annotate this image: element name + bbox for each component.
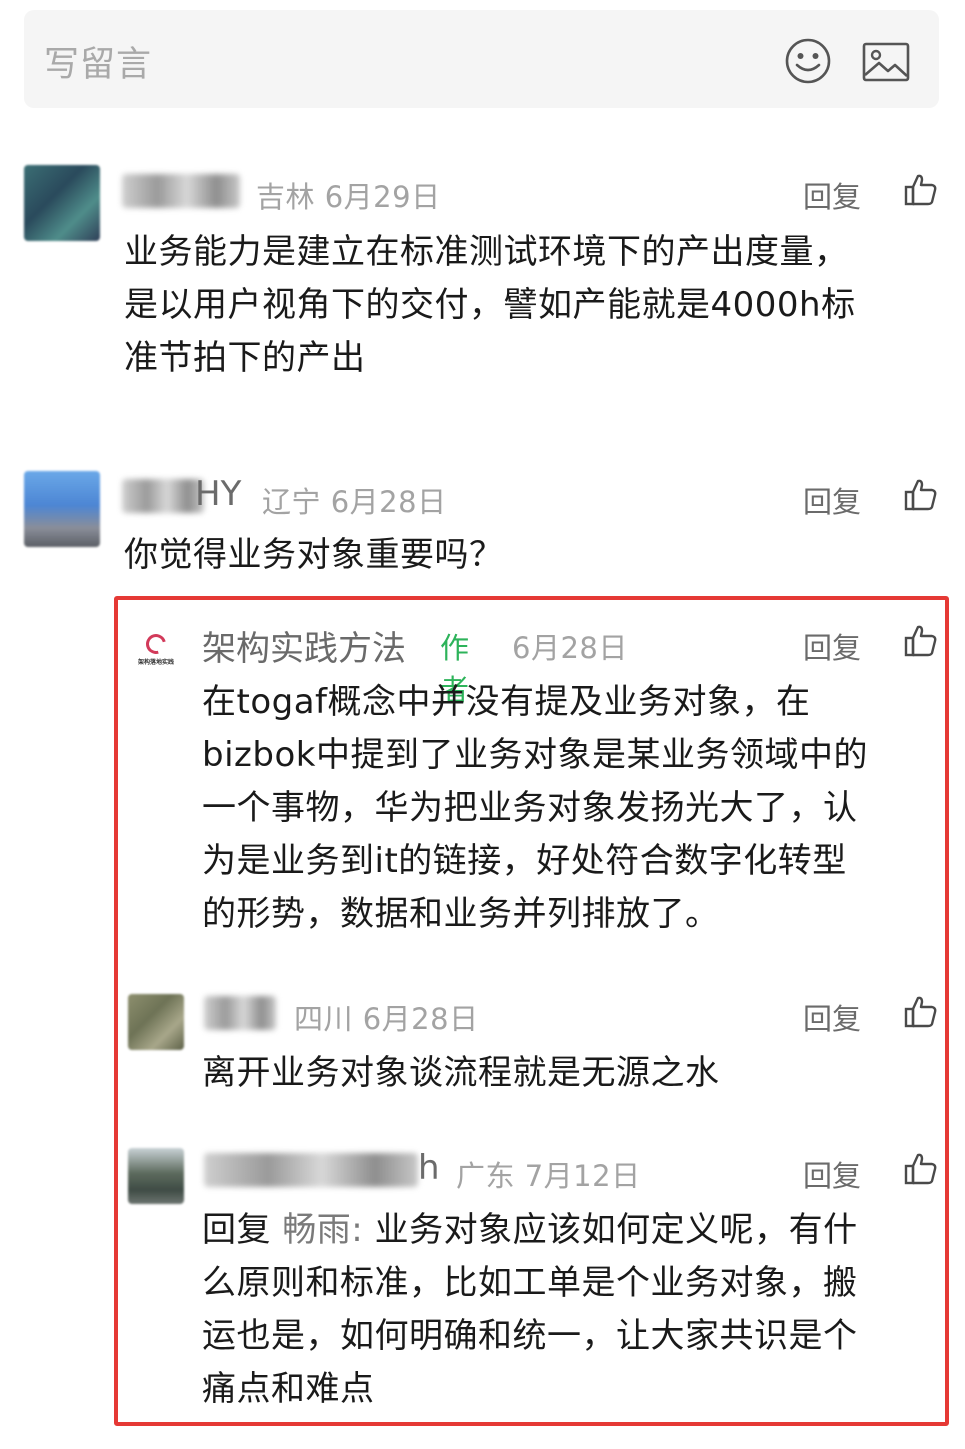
comment-text: 回复 畅雨: 业务对象应该如何定义呢，有什 么原则和标准，比如工单是个业务对象，… (202, 1204, 942, 1416)
comment-text-line: 准节拍下的产出 (124, 338, 366, 378)
comment-text: 业务能力是建立在标准测试环境下的产出度量， 是以用户视角下的交付，譬如产能就是4… (124, 226, 944, 385)
comment-meta: 吉林 6月29日 (256, 180, 441, 214)
user-name-visible-part[interactable]: h (418, 1148, 440, 1188)
image-icon[interactable] (862, 42, 910, 82)
author-name[interactable]: 架构实践方法 (202, 621, 406, 670)
thumbs-up-icon[interactable] (903, 172, 939, 208)
logo-icon (142, 630, 170, 658)
comment-meta: 辽宁 6月28日 (262, 485, 447, 519)
comment-text-line: 痛点和难点 (202, 1369, 375, 1409)
user-name-blurred[interactable] (122, 479, 204, 513)
comment-meta: 广东 7月12日 (456, 1159, 641, 1193)
comment-text-line: 是以用户视角下的交付，譬如产能就是4000h标 (124, 285, 856, 325)
thumbs-up-icon[interactable] (903, 1151, 939, 1187)
user-name-visible-part[interactable]: HY (195, 474, 241, 514)
comment-text: 离开业务对象谈流程就是无源之水 (202, 1047, 942, 1100)
comment-text: 你觉得业务对象重要吗？ (124, 529, 944, 582)
thumbs-up-icon[interactable] (903, 623, 939, 659)
reply-button[interactable]: 回复 (803, 625, 861, 667)
user-name-blurred[interactable] (204, 996, 276, 1030)
comment-text-line: 你觉得业务对象重要吗？ (124, 535, 504, 575)
comment-text-line: 的形势，数据和业务并列排放了。 (202, 894, 720, 934)
comment-text-line: 离开业务对象谈流程就是无源之水 (202, 1053, 720, 1093)
reply-prefix: 回复 (202, 1210, 271, 1250)
comment-meta: 四川 6月28日 (294, 1002, 479, 1036)
thumbs-up-icon[interactable] (903, 477, 939, 513)
comment-text-line: bizbok中提到了业务对象是某业务领域中的 (202, 735, 868, 775)
reply-button[interactable]: 回复 (803, 1153, 861, 1195)
comment-text-line: 运也是，如何明确和统一，让大家共识是个 (202, 1316, 858, 1356)
logo-text: 架构落地实践 (137, 659, 174, 666)
smiley-face-icon[interactable] (784, 37, 832, 85)
user-name-blurred[interactable] (122, 174, 240, 208)
reply-button[interactable]: 回复 (803, 479, 861, 521)
author-avatar[interactable]: 架构落地实践 (128, 622, 184, 678)
comment-text-line: 一个事物，华为把业务对象发扬光大了，认 (202, 788, 858, 828)
reply-target-user[interactable]: 畅雨: (282, 1210, 363, 1250)
avatar[interactable] (128, 1148, 184, 1204)
thumbs-up-icon[interactable] (903, 994, 939, 1030)
comment-text-line: 业务能力是建立在标准测试环境下的产出度量， (124, 232, 849, 272)
comment-text-line: 为是业务到it的链接，好处符合数字化转型 (202, 841, 847, 881)
comment-text-line: 么原则和标准，比如工单是个业务对象，搬 (202, 1263, 858, 1303)
reply-button[interactable]: 回复 (803, 174, 861, 216)
comment-text-line: 在togaf概念中并没有提及业务对象，在 (202, 682, 811, 722)
comment-meta: 6月28日 (512, 631, 628, 665)
comment-text-line: 回复 畅雨: 业务对象应该如何定义呢，有什 (202, 1204, 942, 1257)
reply-button[interactable]: 回复 (803, 996, 861, 1038)
avatar[interactable] (24, 165, 100, 241)
comment-text: 在togaf概念中并没有提及业务对象，在 bizbok中提到了业务对象是某业务领… (202, 676, 942, 941)
write-comment-bar[interactable]: 写留言 (24, 10, 939, 108)
user-name-blurred[interactable] (204, 1153, 418, 1187)
write-comment-placeholder[interactable]: 写留言 (44, 36, 152, 87)
avatar[interactable] (24, 471, 100, 547)
comment-text-fragment: 业务对象应该如何定义呢，有什 (363, 1210, 858, 1250)
avatar[interactable] (128, 994, 184, 1050)
